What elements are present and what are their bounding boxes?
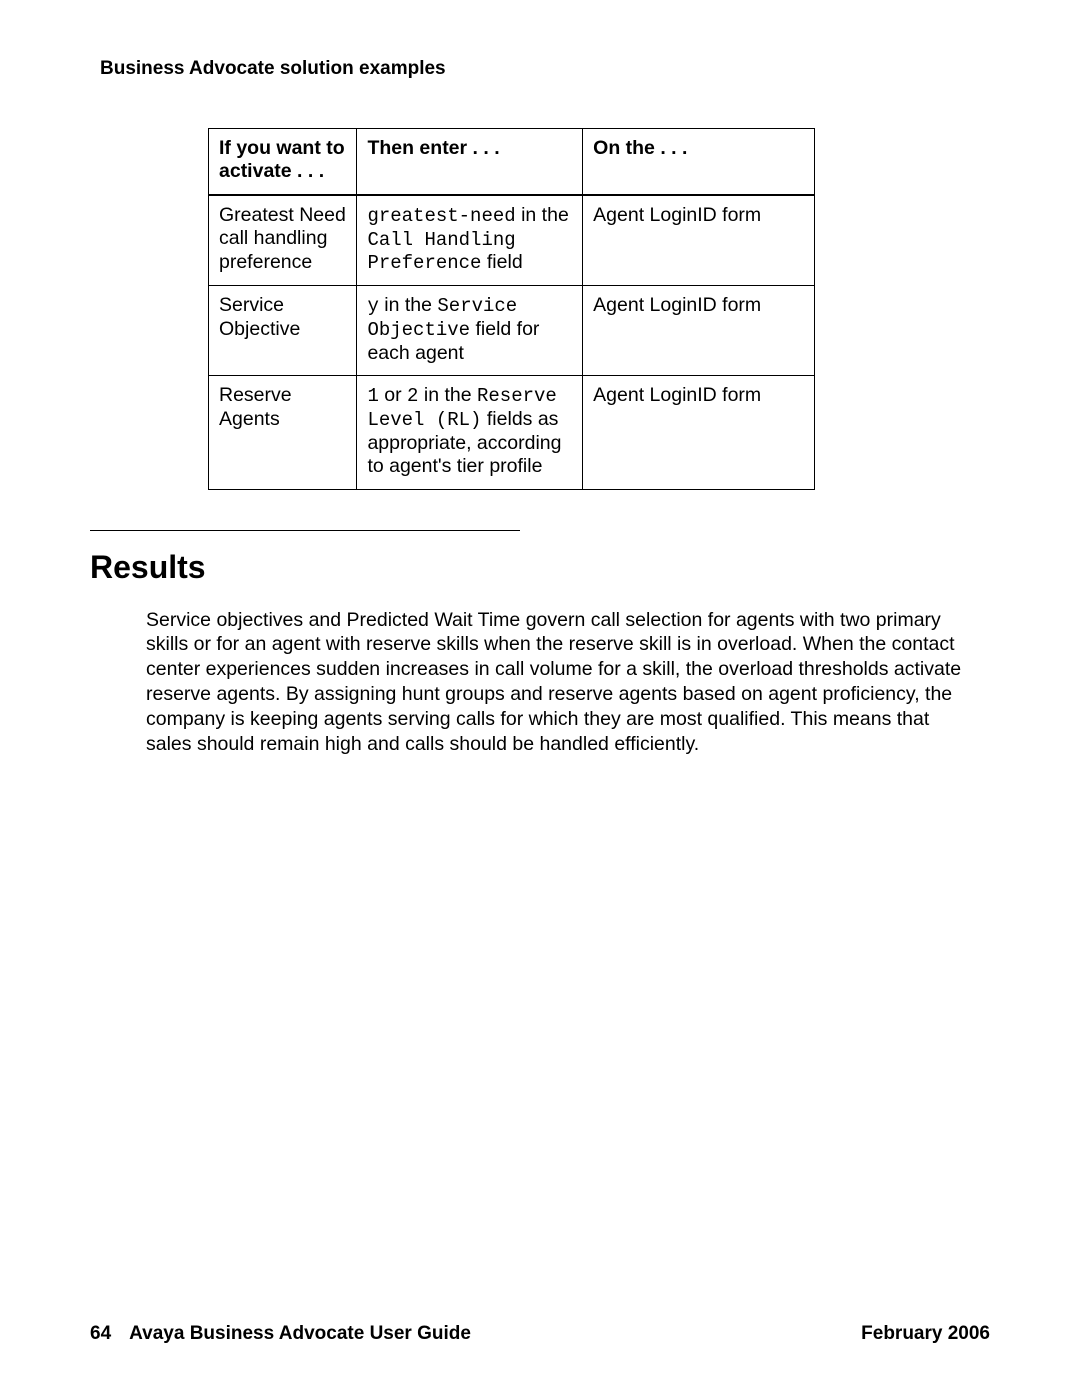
cell-enter: greatest-need in the Call Handling Prefe…: [357, 195, 583, 286]
results-paragraph: Service objectives and Predicted Wait Ti…: [146, 608, 970, 758]
cell-on-the: Agent LoginID form: [583, 376, 815, 489]
cell-enter-text: in the: [516, 204, 569, 226]
cell-enter: 1 or 2 in the Reserve Level (RL) fields …: [357, 376, 583, 489]
table-header-row: If you want to activate . . . Then enter…: [209, 129, 815, 195]
section-heading-results: Results: [90, 549, 990, 586]
table-header-on-the: On the . . .: [583, 129, 815, 195]
cell-activate: Greatest Need call handling preference: [209, 195, 357, 286]
cell-enter-text: field: [481, 251, 522, 273]
page-number: 64: [90, 1323, 111, 1344]
activation-table: If you want to activate . . . Then enter…: [208, 128, 815, 490]
table-row: Greatest Need call handling preference g…: [209, 195, 815, 286]
table-header-activate: If you want to activate . . .: [209, 129, 357, 195]
page: Business Advocate solution examples If y…: [0, 0, 1080, 1397]
cell-enter-code: y: [367, 295, 378, 317]
cell-enter: y in the Service Objective field for eac…: [357, 286, 583, 376]
footer-left: 64 Avaya Business Advocate User Guide: [90, 1323, 471, 1345]
cell-enter-code: 1: [367, 385, 378, 407]
table-row: Service Objective y in the Service Objec…: [209, 286, 815, 376]
page-footer: 64 Avaya Business Advocate User Guide Feb…: [90, 1323, 990, 1345]
section-rule: [90, 530, 520, 531]
cell-enter-text: in the: [418, 384, 477, 406]
table-row: Reserve Agents 1 or 2 in the Reserve Lev…: [209, 376, 815, 489]
cell-activate: Service Objective: [209, 286, 357, 376]
running-header: Business Advocate solution examples: [100, 58, 990, 80]
cell-enter-text: or: [379, 384, 407, 406]
cell-enter-code: greatest-need: [367, 205, 515, 227]
table-header-enter: Then enter . . .: [357, 129, 583, 195]
cell-on-the: Agent LoginID form: [583, 195, 815, 286]
cell-enter-text: in the: [379, 294, 438, 316]
cell-activate: Reserve Agents: [209, 376, 357, 489]
cell-enter-code: 2: [407, 385, 418, 407]
cell-on-the: Agent LoginID form: [583, 286, 815, 376]
footer-doc-title: Avaya Business Advocate User Guide: [129, 1323, 471, 1344]
activation-table-wrap: If you want to activate . . . Then enter…: [208, 128, 815, 490]
footer-date: February 2006: [861, 1323, 990, 1345]
